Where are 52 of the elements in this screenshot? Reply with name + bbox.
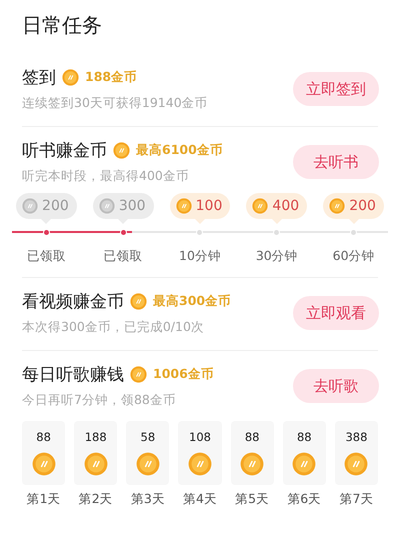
coin-icon [292,452,316,476]
task-description: 今日再听7分钟，领88金币 [22,392,177,409]
day-label: 第3天 [130,491,165,508]
milestone-label: 60分钟 [332,248,375,265]
day-label: 第5天 [235,491,270,508]
task-description: 连续签到30天可获得19140金币 [22,95,208,112]
day-amount: 58 [140,430,156,444]
task-button[interactable]: 立即签到 [293,72,379,106]
coin-icon [130,293,147,310]
task-title: 签到 [22,67,56,89]
milestone-label: 已领取 [26,248,66,265]
day-amount: 88 [36,430,51,444]
day-label: 第1天 [26,491,61,508]
coin-icon [22,198,38,214]
task-title: 看视频赚金币 [22,291,124,313]
day-amount: 108 [189,430,211,444]
task-button[interactable]: 去听书 [293,145,379,179]
day-amount: 388 [345,430,368,444]
coin-icon [240,452,264,476]
task-button[interactable]: 去听歌 [293,369,379,403]
day-label: 第7天 [339,491,374,508]
reward-amount: 188金币 [85,69,138,86]
coin-icon [32,452,56,476]
coin-icon [252,198,268,214]
coin-icon [344,452,368,476]
task-title: 每日听歌赚钱 [22,364,124,386]
task-title: 听书赚金币 [22,140,107,162]
reward-amount: 最高300金币 [153,293,232,310]
coin-icon [188,452,212,476]
reward-amount: 1006金币 [153,366,214,383]
day-amount: 88 [244,430,260,444]
coin-icon [136,452,160,476]
coin-icon [176,198,192,214]
day-amount: 88 [296,430,312,444]
coin-icon [84,452,108,476]
day-amount: 188 [84,430,107,444]
milestone-label: 30分钟 [256,248,298,265]
task-description: 听完本时段，最高得400金币 [22,168,190,185]
reward-amount: 最高6100金币 [136,142,223,159]
coin-icon [130,366,147,383]
coin-icon [113,142,130,159]
day-label: 第6天 [287,491,322,508]
coin-icon [62,69,79,86]
coin-icon [329,198,346,214]
milestone-label: 10分钟 [179,248,221,265]
day-label: 第4天 [183,491,217,508]
day-label: 第2天 [78,491,113,508]
page-title: 日常任务 [21,12,103,39]
coin-icon [98,198,115,214]
task-button[interactable]: 立即观看 [293,296,379,330]
milestone-label: 已领取 [104,248,143,265]
task-description: 本次得300金币，已完成0/10次 [22,319,205,336]
